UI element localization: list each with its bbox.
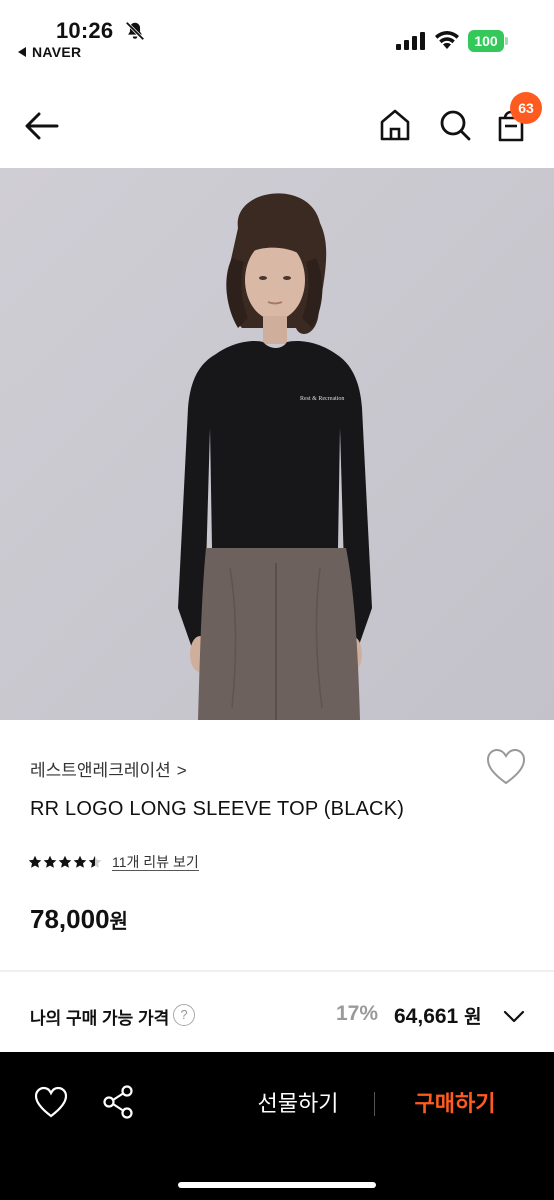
rating-row: 11개 리뷰 보기 — [28, 850, 199, 874]
status-time: 10:26 — [56, 18, 114, 43]
home-indicator — [178, 1182, 376, 1188]
wifi-icon — [435, 31, 459, 49]
back-arrow-icon[interactable] — [22, 106, 62, 146]
action-separator — [374, 1092, 375, 1116]
search-icon[interactable] — [436, 106, 474, 144]
rating-stars — [28, 855, 102, 869]
brand-chevron-icon: > — [176, 761, 187, 780]
battery-indicator: 100 — [468, 30, 510, 52]
shirt-logo-mark: Rest & Recreation — [300, 396, 344, 402]
back-triangle-icon — [18, 47, 26, 57]
my-price-unit: 원 — [464, 1007, 482, 1028]
product-model-illustration: Rest & Recreation — [0, 168, 554, 720]
brand-link[interactable]: 레스트앤레크레이션 > — [30, 756, 187, 781]
star-icon — [43, 855, 57, 868]
brand-name: 레스트앤레크레이션 — [30, 761, 171, 780]
price-value: 78,000 — [30, 904, 110, 934]
home-icon[interactable] — [376, 106, 414, 144]
product-price: 78,000원 — [30, 904, 128, 935]
bell-off-icon — [125, 21, 145, 41]
star-icon — [73, 855, 87, 868]
back-to-app-link[interactable]: NAVER — [18, 44, 81, 60]
my-price-value: 64,661 원 — [394, 1002, 482, 1029]
discount-rate: 17% — [336, 1002, 379, 1025]
buy-button[interactable]: 구매하기 — [392, 1088, 518, 1120]
my-price-row[interactable]: 나의 구매 가능 가격 ? 17% 64,661 원 — [0, 990, 554, 1042]
top-nav — [0, 82, 554, 168]
back-app-label: NAVER — [32, 44, 82, 60]
battery-cap — [505, 37, 508, 45]
help-icon[interactable]: ? — [173, 1004, 195, 1026]
review-link[interactable]: 11개 리뷰 보기 — [112, 854, 199, 871]
battery-level: 100 — [468, 30, 504, 52]
wishlist-heart-icon[interactable] — [486, 748, 526, 786]
status-bar: 10:26 NAVER 100 — [0, 0, 554, 72]
chevron-down-icon[interactable] — [502, 1004, 526, 1028]
product-title: RR LOGO LONG SLEEVE TOP (BLACK) — [30, 798, 405, 820]
star-icon — [58, 855, 72, 868]
my-price-amount: 64,661 — [394, 1005, 459, 1028]
gift-button[interactable]: 선물하기 — [238, 1088, 358, 1120]
product-image[interactable]: Rest & Recreation — [0, 168, 554, 720]
share-icon[interactable] — [100, 1084, 136, 1120]
my-price-label: 나의 구매 가능 가격 — [30, 1009, 170, 1028]
star-icon — [88, 855, 102, 868]
bottom-action-bar: 선물하기 구매하기 — [0, 1052, 554, 1200]
heart-icon[interactable] — [34, 1086, 68, 1120]
cart-count-badge: 63 — [510, 92, 542, 124]
section-divider — [0, 970, 554, 972]
star-icon — [28, 855, 42, 868]
price-unit: 원 — [109, 911, 128, 933]
cellular-signal-icon — [396, 32, 425, 50]
